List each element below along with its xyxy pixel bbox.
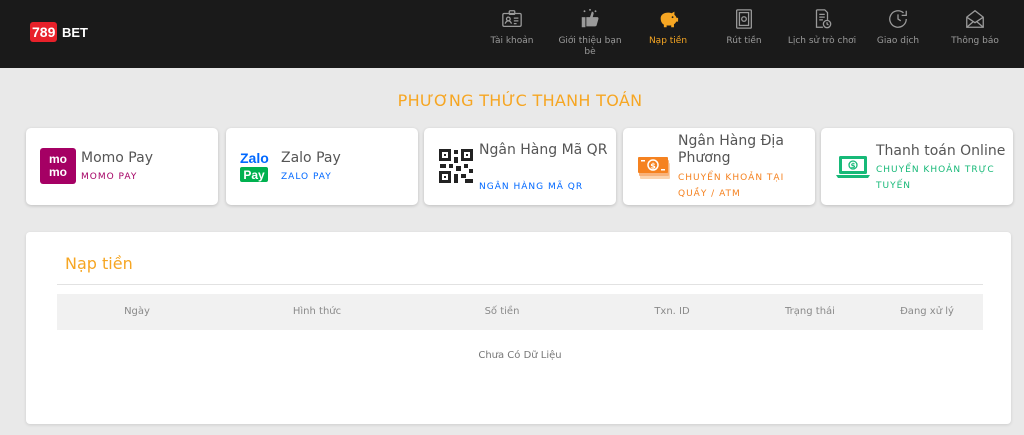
history-icon — [815, 9, 832, 29]
payment-method-name: Ngân Hàng Mã QR — [479, 142, 608, 158]
nav-item-deposit[interactable]: Nạp tiền — [640, 8, 696, 64]
column-header-status: Trạng thái — [785, 306, 835, 317]
mail-icon — [966, 9, 984, 28]
empty-state-message: Chưa Có Dữ Liệu — [478, 350, 562, 361]
svg-text:$: $ — [650, 162, 656, 171]
payment-method-qr-bank[interactable]: Ngân Hàng Mã QR NGÂN HÀNG MÃ QR — [424, 128, 616, 205]
payment-method-subtitle: ZALO PAY — [281, 172, 332, 182]
nav-item-account[interactable]: Tài khoản — [484, 8, 540, 64]
nav-item-transactions[interactable]: Giao dịch — [870, 8, 926, 64]
payment-method-name: Thanh toán Online — [876, 143, 1006, 159]
nav-item-game-history[interactable]: Lịch sử trò chơi — [784, 8, 860, 64]
nav-label-withdraw: Rút tiền — [726, 36, 762, 46]
cash-icon: $ — [638, 157, 670, 179]
logo-text: BET — [62, 25, 88, 40]
nav-label-account: Tài khoản — [490, 36, 534, 46]
deposit-history-panel: Nạp tiền Ngày Hình thức Số tiền Txn. ID … — [26, 232, 1011, 424]
nav-label-notifications: Thông báo — [951, 36, 999, 46]
payment-method-subtitle: CHUYỂN KHOẢN TRỰC TUYẾN — [876, 165, 995, 191]
qr-code-icon — [439, 149, 473, 183]
deposit-panel-title: Nạp tiền — [65, 254, 133, 273]
payment-method-name: Ngân Hàng Địa Phương — [678, 133, 784, 166]
payment-method-name: Momo Pay — [81, 150, 153, 166]
momo-logo-icon: mo mo — [40, 148, 76, 184]
piggy-bank-icon — [660, 11, 679, 28]
svg-text:mo: mo — [49, 165, 67, 179]
laptop-payment-icon: $ — [836, 156, 870, 178]
column-header-processing: Đang xử lý — [900, 306, 954, 317]
nav-label-game-history: Lịch sử trò chơi — [787, 36, 857, 46]
nav-label-referral: Giới thiệu bạn bè — [558, 36, 622, 57]
brand-logo[interactable]: 789 BET — [30, 22, 90, 44]
payment-method-momo[interactable]: mo mo Momo Pay MOMO PAY — [26, 128, 218, 205]
svg-text:Pay: Pay — [243, 168, 265, 182]
nav-item-referral[interactable]: Giới thiệu bạn bè — [552, 8, 628, 64]
nav-label-deposit: Nạp tiền — [648, 36, 688, 46]
column-header-amount: Số tiền — [484, 306, 520, 317]
column-header-txn-id: Txn. ID — [654, 306, 690, 317]
payment-method-zalopay[interactable]: Zalo Pay Zalo Pay ZALO PAY — [226, 128, 418, 205]
top-navigation-bar: 789 BET Tài khoản Giới thiệu bạn bè Nạp … — [0, 0, 1024, 68]
svg-text:mo: mo — [49, 152, 67, 166]
svg-text:Zalo: Zalo — [240, 150, 269, 166]
nav-item-withdraw[interactable]: Rút tiền — [716, 8, 772, 64]
payment-method-name: Zalo Pay — [281, 150, 341, 166]
clock-icon — [889, 10, 907, 28]
zalopay-logo-icon: Zalo Pay — [240, 150, 269, 182]
payment-method-online[interactable]: $ Thanh toán Online CHUYỂN KHOẢN TRỰC TU… — [821, 128, 1013, 205]
payment-method-subtitle: MOMO PAY — [81, 172, 138, 182]
column-header-method: Hình thức — [292, 306, 342, 317]
table-header: Ngày Hình thức Số tiền Txn. ID Trạng thá… — [57, 294, 983, 330]
safe-icon — [736, 9, 752, 29]
svg-text:$: $ — [851, 162, 856, 170]
id-card-icon — [502, 10, 522, 27]
column-header-date: Ngày — [124, 306, 150, 317]
payment-method-subtitle: NGÂN HÀNG MÃ QR — [479, 182, 584, 192]
nav-label-transactions: Giao dịch — [876, 36, 920, 46]
payment-method-local-bank[interactable]: $ Ngân Hàng Địa Phương CHUYỂN KHOẢN TẠI … — [623, 128, 815, 205]
logo-number: 789 — [30, 22, 58, 42]
payment-method-subtitle: CHUYỂN KHOẢN TẠI QUẦY / ATM — [678, 173, 785, 199]
nav-item-notifications[interactable]: Thông báo — [945, 8, 1005, 64]
divider — [57, 284, 983, 285]
referral-icon — [581, 8, 599, 28]
payment-methods-title: PHƯƠNG THỨC THANH TOÁN — [397, 91, 643, 110]
